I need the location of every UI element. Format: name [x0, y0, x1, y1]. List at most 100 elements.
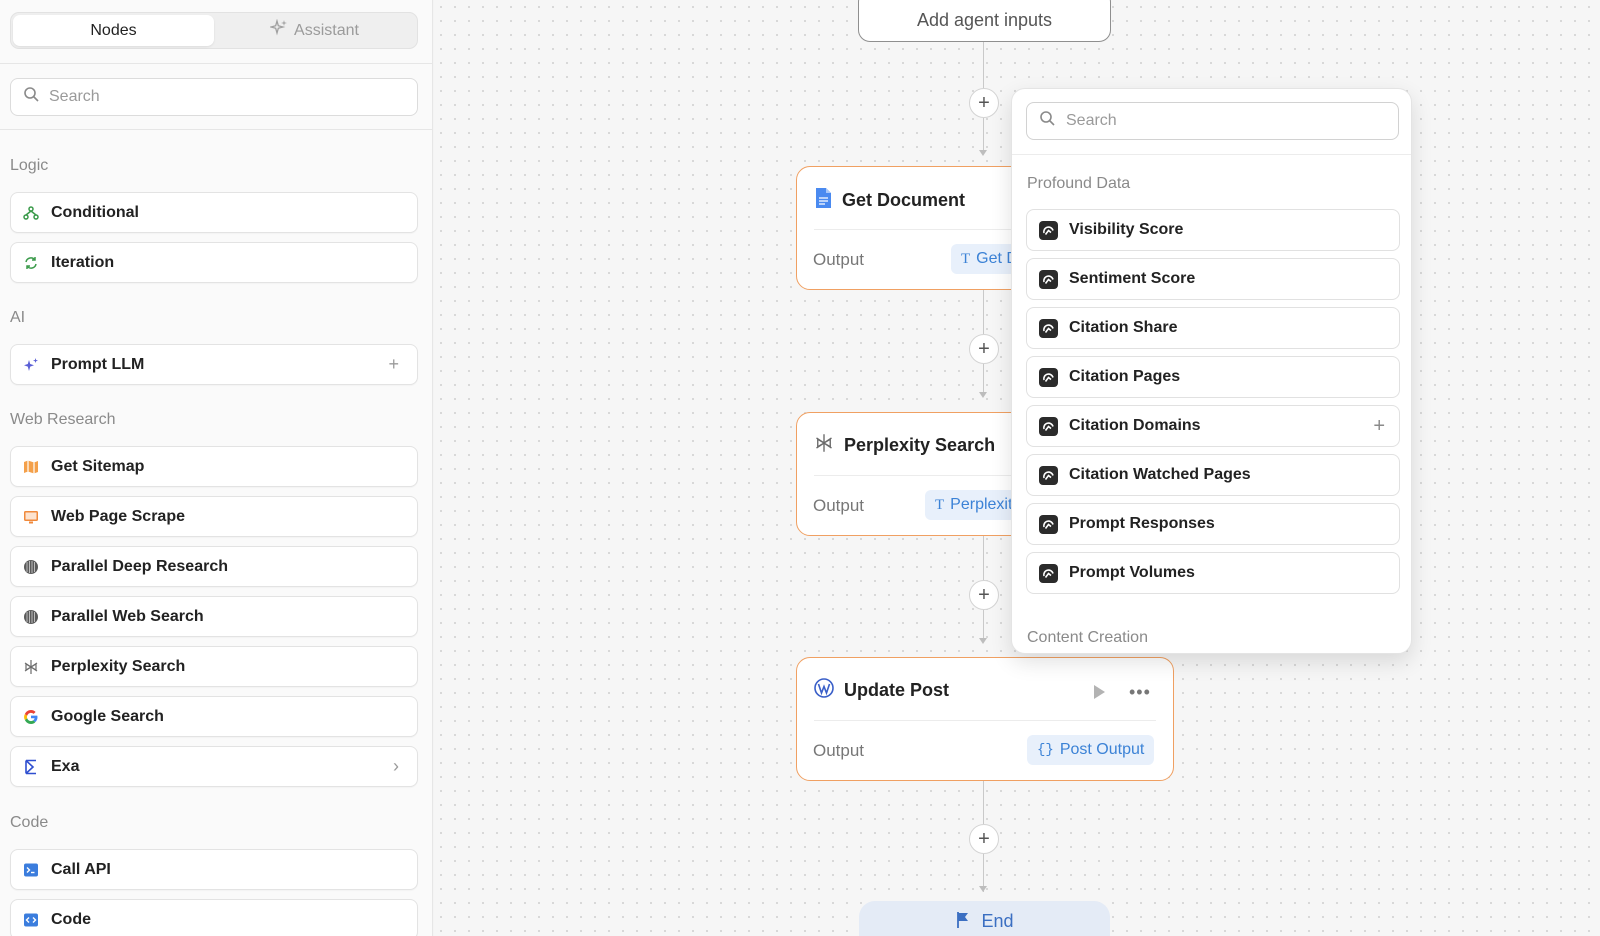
search-input[interactable] — [49, 88, 389, 106]
more-icon[interactable]: ••• — [1129, 682, 1151, 703]
tab-assistant[interactable]: Assistant — [214, 15, 415, 46]
node-item-label: Google Search — [51, 707, 164, 725]
node-item-code[interactable]: Code — [10, 899, 418, 936]
node-item-perplexity-search[interactable]: Perplexity Search — [10, 646, 418, 687]
start-node[interactable]: Add agent inputs — [858, 0, 1111, 42]
popup-item-label: Sentiment Score — [1069, 270, 1196, 287]
node-title: Update Post — [844, 680, 950, 700]
node-item-iteration[interactable]: Iteration — [10, 242, 418, 283]
connector-arrow — [979, 886, 987, 892]
sparkle-icon — [23, 357, 39, 373]
node-item-label: Prompt LLM — [51, 355, 145, 373]
node-item-exa[interactable]: Exa › — [10, 746, 418, 787]
node-item-get-sitemap[interactable]: Get Sitemap — [10, 446, 418, 487]
play-icon[interactable] — [1092, 684, 1106, 705]
wordpress-icon — [814, 678, 834, 703]
object-type-icon: {} — [1037, 742, 1054, 758]
popup-search[interactable] — [1026, 102, 1399, 140]
text-type-icon: T — [961, 250, 971, 267]
node-item-web-page-scrape[interactable]: Web Page Scrape — [10, 496, 418, 537]
search-icon — [1039, 110, 1056, 132]
node-item-prompt-llm[interactable]: Prompt LLM + — [10, 344, 418, 385]
popup-item-label: Citation Share — [1069, 319, 1178, 336]
connector-line — [983, 118, 984, 154]
add-step-button[interactable]: + — [969, 88, 999, 118]
popup-item-label: Visibility Score — [1069, 221, 1184, 238]
popup-item-label: Citation Domains — [1069, 417, 1201, 434]
group-title-content-creation: Content Creation — [1027, 629, 1148, 646]
popup-item-prompt-volumes[interactable]: Prompt Volumes — [1026, 552, 1400, 594]
section-title-ai: AI — [10, 309, 26, 326]
parallel-icon — [23, 559, 39, 575]
connector-arrow — [979, 638, 987, 644]
section-title-logic: Logic — [10, 157, 49, 174]
sidebar-tabs: Nodes Assistant — [10, 12, 418, 49]
popup-item-label: Prompt Responses — [1069, 515, 1215, 532]
terminal-icon — [23, 862, 39, 878]
add-icon[interactable]: + — [388, 354, 399, 375]
tab-nodes[interactable]: Nodes — [13, 15, 214, 46]
node-title: Perplexity Search — [844, 435, 996, 455]
connector-line — [983, 780, 984, 824]
node-picker-popup: Profound Data Visibility Score Sentiment … — [1011, 88, 1412, 654]
node-item-label: Web Page Scrape — [51, 507, 185, 525]
search-icon — [23, 86, 40, 108]
popup-item-citation-watched-pages[interactable]: Citation Watched Pages — [1026, 454, 1400, 496]
google-icon — [23, 709, 39, 725]
add-step-button[interactable]: + — [969, 334, 999, 364]
popup-search-input[interactable] — [1066, 112, 1366, 130]
add-icon[interactable]: + — [1373, 415, 1385, 438]
output-variable-chip[interactable]: {} Post Output — [1027, 735, 1155, 765]
node-item-google-search[interactable]: Google Search — [10, 696, 418, 737]
node-item-call-api[interactable]: Call API — [10, 849, 418, 890]
exa-icon — [23, 759, 39, 775]
chip-label: Post Output — [1059, 741, 1145, 758]
perplexity-icon — [23, 659, 39, 675]
popup-item-prompt-responses[interactable]: Prompt Responses — [1026, 503, 1400, 545]
popup-item-label: Citation Watched Pages — [1069, 466, 1251, 483]
node-item-conditional[interactable]: Conditional — [10, 192, 418, 233]
add-step-button[interactable]: + — [969, 580, 999, 610]
popup-item-citation-domains[interactable]: Citation Domains + — [1026, 405, 1400, 447]
branch-icon — [23, 205, 39, 221]
add-step-button[interactable]: + — [969, 824, 999, 854]
popup-item-label: Citation Pages — [1069, 368, 1181, 385]
profound-logo-icon — [1039, 416, 1058, 436]
connector-line — [983, 290, 984, 334]
popup-item-visibility-score[interactable]: Visibility Score — [1026, 209, 1400, 251]
section-title-web-research: Web Research — [10, 411, 116, 428]
node-item-parallel-web-search[interactable]: Parallel Web Search — [10, 596, 418, 637]
monitor-icon — [23, 509, 39, 525]
sidebar-search[interactable] — [10, 78, 418, 116]
sidebar-divider — [0, 129, 433, 130]
document-icon — [814, 187, 832, 214]
popup-item-sentiment-score[interactable]: Sentiment Score — [1026, 258, 1400, 300]
workflow-node-update-post[interactable]: Update Post ••• Output {} Post Output — [796, 657, 1174, 781]
node-item-label: Parallel Deep Research — [51, 557, 228, 575]
node-item-label: Conditional — [51, 203, 139, 221]
node-item-label: Exa — [51, 757, 80, 775]
end-node-label: End — [981, 911, 1014, 931]
popup-item-citation-pages[interactable]: Citation Pages — [1026, 356, 1400, 398]
popup-item-citation-share[interactable]: Citation Share — [1026, 307, 1400, 349]
flag-icon — [955, 911, 971, 934]
chevron-right-icon[interactable]: › — [393, 756, 399, 777]
section-title-code: Code — [10, 814, 49, 831]
node-title: Get Document — [842, 190, 966, 210]
node-item-label: Iteration — [51, 253, 115, 271]
parallel-icon — [23, 609, 39, 625]
end-node[interactable]: End — [859, 901, 1110, 936]
connector-line — [983, 42, 984, 90]
node-divider — [814, 720, 1156, 721]
sidebar-divider — [0, 63, 433, 64]
connector-arrow — [979, 150, 987, 156]
sparkle-icon — [268, 18, 288, 42]
node-item-parallel-deep-research[interactable]: Parallel Deep Research — [10, 546, 418, 587]
code-icon — [23, 912, 39, 928]
node-library-sidebar: Nodes Assistant Logic Conditional Iterat… — [0, 0, 433, 936]
node-output-label: Output — [813, 250, 865, 269]
node-item-label: Call API — [51, 860, 111, 878]
node-item-label: Perplexity Search — [51, 657, 186, 675]
profound-logo-icon — [1039, 465, 1058, 485]
profound-logo-icon — [1039, 367, 1058, 387]
